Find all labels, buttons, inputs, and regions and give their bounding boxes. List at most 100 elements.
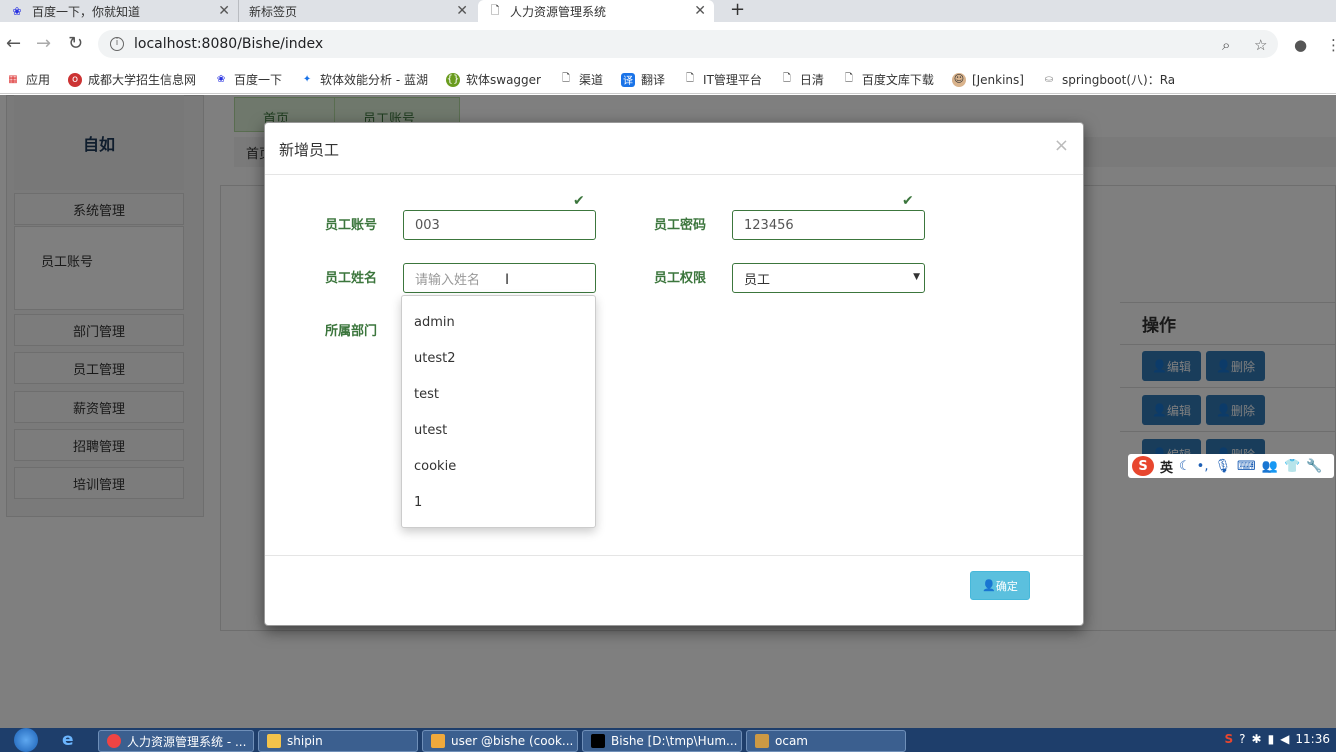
address-bar-row: ← → ↻ i localhost:8080/Bishe/index ⌕ ☆ ●…	[0, 22, 1336, 66]
apps-grid-icon: ▦	[8, 74, 18, 85]
browser-tab-newtab[interactable]: 新标签页 ✕	[238, 0, 476, 22]
chrome-icon	[107, 734, 121, 748]
autocomplete-item[interactable]: utest	[402, 412, 595, 448]
network-icon[interactable]: ▮	[1268, 732, 1275, 746]
browser-tab-baidu[interactable]: ❀ 百度一下，你就知道 ✕	[0, 0, 238, 22]
close-tab-icon[interactable]: ✕	[456, 3, 468, 19]
keyboard-icon[interactable]: ⌨	[1237, 459, 1256, 474]
browser-tab-hr-system[interactable]: 🗋 人力资源管理系统 ✕	[478, 0, 714, 22]
info-icon[interactable]: i	[110, 37, 124, 51]
punctuation-icon[interactable]: •,	[1197, 459, 1209, 474]
taskbar-label: user @bishe (cook...	[451, 734, 574, 748]
wrench-icon[interactable]: 🔧	[1306, 459, 1322, 474]
ocam-icon	[755, 734, 769, 748]
taskbar-item-db[interactable]: user @bishe (cook...	[422, 730, 578, 752]
taskbar-item-ide[interactable]: Bishe [D:\tmp\Hum...	[582, 730, 742, 752]
bookmark-label: 百度一下	[234, 73, 283, 87]
lanhu-icon: ✦	[302, 74, 312, 85]
forward-icon[interactable]: →	[36, 34, 51, 54]
translate-icon: 译	[621, 72, 636, 87]
taskbar-label: shipin	[287, 734, 323, 748]
department-label: 所属部门	[325, 324, 378, 339]
url-input[interactable]: i localhost:8080/Bishe/index	[98, 30, 1278, 58]
bookmark-label: IT管理平台	[703, 73, 762, 87]
autocomplete-item[interactable]: utest2	[402, 340, 595, 376]
confirm-button[interactable]: 👤 确定	[970, 571, 1030, 600]
profile-icon[interactable]: ●	[1294, 36, 1307, 54]
autocomplete-item[interactable]: cookie	[402, 448, 595, 484]
close-tab-icon[interactable]: ✕	[694, 3, 706, 19]
name-input[interactable]: 请输入姓名 I	[403, 263, 596, 293]
bookmark-item[interactable]: ☺ [Jenkins]	[951, 72, 1024, 87]
bookmark-item[interactable]: o 成都大学招生信息网	[68, 71, 196, 88]
sogou-logo-icon[interactable]: S	[1132, 456, 1154, 476]
system-tray: S ? ✱ ▮ ◀ 11:36	[1224, 732, 1330, 746]
tab-title: 新标签页	[249, 4, 298, 19]
account-input[interactable]: 003	[403, 210, 596, 240]
bookmark-item[interactable]: 🗋 IT管理平台	[683, 71, 762, 88]
bookmark-label: 翻译	[641, 73, 666, 87]
modal-header: 新增员工 ×	[265, 123, 1083, 175]
bookmark-label: 成都大学招生信息网	[88, 73, 197, 87]
bookmark-label: 软体swagger	[466, 73, 541, 87]
autocomplete-item[interactable]: admin	[402, 304, 595, 340]
taskbar-item-chrome[interactable]: 人力资源管理系统 - ...	[98, 730, 254, 752]
zoom-icon[interactable]: ⌕	[1222, 36, 1230, 54]
bookmark-item[interactable]: 🗋 渠道	[559, 71, 603, 88]
swagger-icon: {}	[446, 72, 461, 87]
bookmark-item[interactable]: {} 软体swagger	[446, 71, 541, 88]
folder-icon	[267, 734, 281, 748]
bookmark-item[interactable]: ⛀ springboot(八)：Ra	[1042, 71, 1175, 88]
users-icon[interactable]: 👥	[1262, 459, 1278, 474]
account-label: 员工账号	[325, 218, 378, 233]
baidu-paw-icon: ❀	[12, 4, 22, 18]
close-tab-icon[interactable]: ✕	[218, 3, 230, 19]
bookmark-label: 日清	[799, 73, 824, 87]
bluetooth-icon[interactable]: ✱	[1252, 732, 1262, 746]
permission-select[interactable]: 员工 ▼	[732, 263, 925, 293]
intellij-icon	[591, 734, 605, 748]
bookmark-item[interactable]: 🗋 日清	[780, 71, 824, 88]
back-icon[interactable]: ←	[6, 34, 21, 54]
bookmark-item[interactable]: 🗋 百度文库下载	[842, 71, 934, 88]
bookmark-item[interactable]: ❀ 百度一下	[214, 71, 282, 88]
school-icon: o	[68, 72, 83, 87]
ime-toolbar: S 英 ☾ •, 🎙 ⌨ 👥 👕 🔧	[1128, 454, 1334, 478]
ime-language-toggle[interactable]: 英	[1160, 457, 1173, 476]
taskbar-item-folder[interactable]: shipin	[258, 730, 418, 752]
bookmark-label: 应用	[26, 73, 51, 87]
text-cursor-icon: I	[505, 272, 510, 288]
autocomplete-item[interactable]: test	[402, 376, 595, 412]
ie-icon[interactable]: e	[62, 730, 74, 750]
clock[interactable]: 11:36	[1295, 732, 1330, 746]
name-label: 员工姓名	[325, 271, 378, 286]
shirt-icon[interactable]: 👕	[1284, 459, 1300, 474]
new-tab-button[interactable]: +	[730, 0, 745, 20]
taskbar-label: 人力资源管理系统 - ...	[127, 734, 247, 749]
hat-icon: ⛀	[1044, 74, 1054, 85]
permission-value: 员工	[744, 272, 771, 288]
jenkins-icon: ☺	[951, 72, 966, 87]
microphone-icon[interactable]: 🎙	[1214, 459, 1231, 474]
taskbar-item-ocam[interactable]: ocam	[746, 730, 906, 752]
star-icon[interactable]: ☆	[1254, 36, 1267, 54]
sogou-tray-icon[interactable]: S	[1224, 732, 1233, 746]
close-icon[interactable]: ×	[1054, 135, 1069, 156]
help-icon[interactable]: ?	[1239, 732, 1245, 746]
reload-icon[interactable]: ↻	[68, 34, 83, 54]
check-icon: ✔	[573, 193, 585, 209]
bookmark-item[interactable]: ✦ 软体效能分析 - 蓝湖	[300, 71, 428, 88]
password-input[interactable]: 123456	[732, 210, 925, 240]
autocomplete-item[interactable]: 1	[402, 484, 595, 520]
bookmark-label: 渠道	[579, 73, 604, 87]
menu-icon[interactable]: ⋮	[1326, 36, 1336, 54]
moon-icon[interactable]: ☾	[1179, 459, 1191, 474]
volume-icon[interactable]: ◀	[1280, 732, 1289, 746]
taskbar-label: Bishe [D:\tmp\Hum...	[611, 734, 738, 748]
bookmark-label: 百度文库下载	[861, 73, 934, 87]
bookmark-apps[interactable]: ▦ 应用	[6, 71, 50, 88]
autocomplete-dropdown: admin utest2 test utest cookie 1	[401, 295, 596, 528]
start-button[interactable]	[0, 728, 52, 752]
page-icon: 🗋	[561, 73, 571, 84]
bookmark-item[interactable]: 译翻译	[621, 71, 665, 88]
